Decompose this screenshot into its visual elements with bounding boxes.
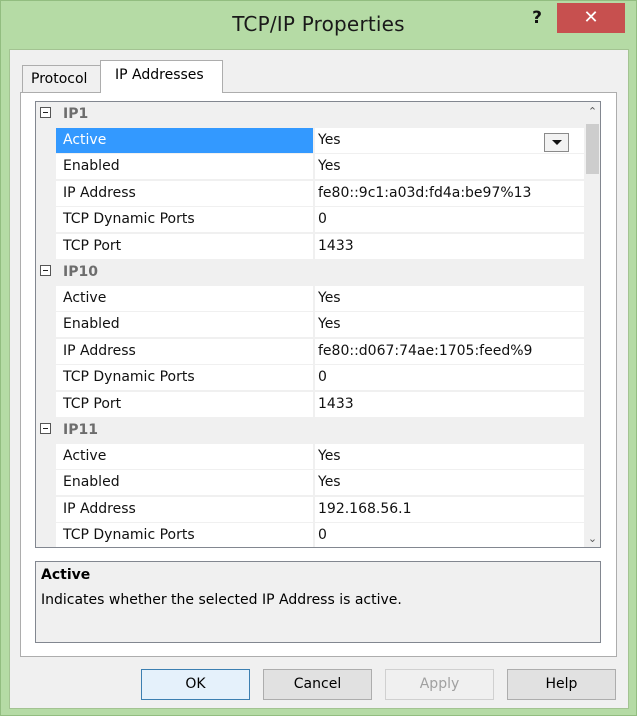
description-pane: Active Indicates whether the selected IP… <box>35 561 601 643</box>
property-value[interactable]: 1433 <box>315 391 584 417</box>
row-margin <box>36 285 56 312</box>
property-name[interactable]: IP Address <box>56 496 314 522</box>
tab-ip-addresses[interactable]: IP Addresses <box>100 60 223 93</box>
collapse-icon[interactable] <box>40 423 51 434</box>
dialog-client-area: Protocol IP Addresses IP1 Active Yes Enable… <box>9 49 629 709</box>
category-name: IP11 <box>63 422 98 438</box>
property-grid-rows: IP1 Active Yes Enabled Yes IP Address fe80::9c… <box>36 102 584 547</box>
property-row[interactable]: Active Yes <box>36 285 584 312</box>
property-name[interactable]: TCP Port <box>56 233 314 259</box>
row-margin <box>36 523 56 547</box>
row-margin <box>36 154 56 180</box>
apply-button[interactable]: Apply <box>385 669 494 700</box>
ok-button[interactable]: OK <box>141 669 250 700</box>
category-name: IP10 <box>63 264 98 280</box>
row-margin <box>36 180 56 207</box>
row-margin <box>36 391 56 418</box>
property-row[interactable]: Enabled Yes <box>36 154 584 181</box>
property-name[interactable]: Active <box>56 127 314 153</box>
property-value[interactable]: 0 <box>315 523 584 547</box>
property-name[interactable]: Active <box>56 285 314 311</box>
property-value[interactable]: 0 <box>315 365 584 390</box>
row-margin <box>36 365 56 391</box>
dialog-window: TCP/IP Properties ? ✕ Protocol IP Addres… <box>0 0 637 716</box>
help-icon[interactable]: ? <box>515 5 559 31</box>
property-row[interactable]: TCP Dynamic Ports 0 <box>36 523 584 547</box>
property-value[interactable]: 192.168.56.1 <box>315 496 584 522</box>
property-name[interactable]: TCP Port <box>56 391 314 417</box>
property-name[interactable]: TCP Dynamic Ports <box>56 365 314 390</box>
description-title: Active <box>41 567 91 583</box>
property-row[interactable]: Enabled Yes <box>36 312 584 339</box>
row-margin <box>36 470 56 496</box>
scroll-thumb[interactable] <box>586 124 599 174</box>
property-value[interactable]: Yes <box>315 312 584 337</box>
property-row[interactable]: TCP Port 1433 <box>36 233 584 260</box>
property-value[interactable]: Yes <box>315 443 584 469</box>
vertical-scrollbar[interactable]: ⌃ ⌄ <box>584 102 600 547</box>
property-row[interactable]: IP Address fe80::9c1:a03d:fd4a:be97%13 <box>36 180 584 207</box>
property-row[interactable]: Active Yes <box>36 443 584 470</box>
close-button[interactable]: ✕ <box>557 3 625 33</box>
category-row[interactable]: IP1 <box>36 102 584 128</box>
property-name[interactable]: Active <box>56 443 314 469</box>
row-margin <box>36 233 56 260</box>
property-name[interactable]: IP Address <box>56 338 314 364</box>
row-margin <box>36 443 56 470</box>
property-row[interactable]: IP Address fe80::d067:74ae:1705:feed%9 <box>36 338 584 365</box>
property-row[interactable]: TCP Port 1433 <box>36 391 584 418</box>
row-margin <box>36 338 56 365</box>
cancel-button[interactable]: Cancel <box>263 669 372 700</box>
property-name[interactable]: IP Address <box>56 180 314 206</box>
property-value[interactable]: Yes <box>315 154 584 179</box>
property-grid[interactable]: IP1 Active Yes Enabled Yes IP Address fe80::9c… <box>35 101 601 548</box>
property-value[interactable]: fe80::9c1:a03d:fd4a:be97%13 <box>315 180 584 206</box>
row-margin <box>36 207 56 233</box>
tab-protocol[interactable]: Protocol <box>22 65 102 92</box>
scroll-up-icon[interactable]: ⌃ <box>584 103 600 120</box>
property-value[interactable]: 0 <box>315 207 584 232</box>
help-button[interactable]: Help <box>507 669 616 700</box>
property-value[interactable]: fe80::d067:74ae:1705:feed%9 <box>315 338 584 364</box>
dropdown-arrow-icon[interactable] <box>544 132 569 152</box>
category-row[interactable]: IP11 <box>36 418 584 444</box>
property-row[interactable]: TCP Dynamic Ports 0 <box>36 207 584 234</box>
row-margin <box>36 127 56 154</box>
property-row[interactable]: Active Yes <box>36 127 584 154</box>
property-value[interactable]: Yes <box>315 470 584 495</box>
title-bar: TCP/IP Properties ? ✕ <box>1 1 636 49</box>
category-name: IP1 <box>63 106 89 122</box>
property-row[interactable]: Enabled Yes <box>36 470 584 497</box>
property-name[interactable]: Enabled <box>56 154 314 179</box>
row-margin <box>36 496 56 523</box>
collapse-icon[interactable] <box>40 265 51 276</box>
description-text: Indicates whether the selected IP Addres… <box>41 592 402 608</box>
tab-panel-ip-addresses: IP1 Active Yes Enabled Yes IP Address fe80::9c… <box>20 92 617 657</box>
scroll-down-icon[interactable]: ⌄ <box>584 530 600 547</box>
category-row[interactable]: IP10 <box>36 260 584 286</box>
property-row[interactable]: TCP Dynamic Ports 0 <box>36 365 584 392</box>
property-value[interactable]: Yes <box>315 285 584 311</box>
property-name[interactable]: Enabled <box>56 470 314 495</box>
property-value[interactable]: 1433 <box>315 233 584 259</box>
collapse-icon[interactable] <box>40 107 51 118</box>
property-row[interactable]: IP Address 192.168.56.1 <box>36 496 584 523</box>
row-margin <box>36 312 56 338</box>
property-name[interactable]: Enabled <box>56 312 314 337</box>
property-name[interactable]: TCP Dynamic Ports <box>56 207 314 232</box>
property-name[interactable]: TCP Dynamic Ports <box>56 523 314 547</box>
